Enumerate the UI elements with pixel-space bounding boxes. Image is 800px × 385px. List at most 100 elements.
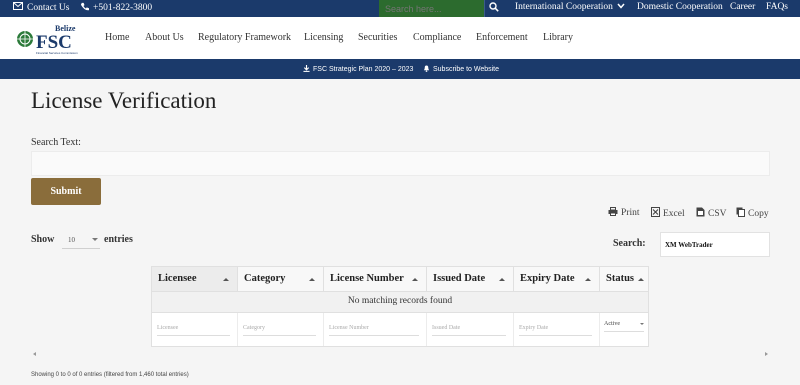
column-header-licensee[interactable]: Licensee <box>152 267 238 291</box>
nav-home[interactable]: Home <box>105 32 129 43</box>
table-header-row: Licensee Category License Number Issued … <box>151 266 649 292</box>
strategic-plan-link[interactable]: FSC Strategic Plan 2020 – 2023 <box>303 65 413 74</box>
excel-button[interactable]: Excel <box>651 207 685 220</box>
column-header-label: Licensee <box>158 273 197 284</box>
faqs-link[interactable]: FAQs <box>766 2 788 12</box>
nav-compliance[interactable]: Compliance <box>413 32 461 43</box>
bell-icon <box>423 65 430 74</box>
empty-table-message: No matching records found <box>151 292 649 313</box>
nav-licensing[interactable]: Licensing <box>304 32 343 43</box>
excel-icon <box>651 207 660 220</box>
scroll-right-icon[interactable] <box>765 352 768 356</box>
nav-securities[interactable]: Securities <box>358 32 397 43</box>
print-button[interactable]: Print <box>608 207 639 219</box>
contact-us-label: Contact Us <box>27 2 70 13</box>
nav-regulatory-framework[interactable]: Regulatory Framework <box>198 32 291 43</box>
column-header-license-number[interactable]: License Number <box>324 267 427 291</box>
filter-expiry-date[interactable]: Expiry Date <box>514 313 600 346</box>
filter-placeholder: License Number <box>329 325 419 336</box>
page-title: License Verification <box>31 88 217 113</box>
sort-asc-icon <box>223 278 229 281</box>
strategic-plan-label: FSC Strategic Plan 2020 – 2023 <box>313 66 414 73</box>
logo-main-text: FSC <box>36 32 72 53</box>
column-header-label: Issued Date <box>433 273 486 284</box>
main-nav: Belize FSC Financial Services Commission… <box>0 17 800 59</box>
caret-down-icon <box>640 323 644 325</box>
submit-button[interactable]: Submit <box>31 178 101 205</box>
phone-number: +501-822-3800 <box>93 3 153 13</box>
phone-icon <box>80 2 89 14</box>
sort-icon <box>499 278 505 281</box>
download-icon <box>303 65 310 74</box>
entries-per-page-value: 10 <box>68 236 75 244</box>
entries-label: entries <box>104 234 133 245</box>
filter-issued-date[interactable]: Issued Date <box>427 313 514 346</box>
sort-icon <box>309 278 315 281</box>
print-label: Print <box>621 208 640 218</box>
column-header-issued-date[interactable]: Issued Date <box>427 267 514 291</box>
horizontal-scrollbar[interactable] <box>31 350 770 360</box>
column-header-label: Category <box>244 273 286 284</box>
nav-library[interactable]: Library <box>543 32 573 43</box>
filter-placeholder: Licensee <box>157 325 230 336</box>
excel-label: Excel <box>663 208 685 219</box>
show-label: Show <box>31 234 55 245</box>
site-search-input[interactable] <box>379 0 484 17</box>
copy-icon <box>736 207 745 220</box>
status-filter-value: Active <box>604 321 620 327</box>
fsc-logo[interactable]: Belize FSC Financial Services Commission <box>16 23 80 55</box>
csv-button[interactable]: CSV <box>696 207 726 220</box>
subscribe-label: Subscribe to Website <box>433 66 500 73</box>
search-text-label: Search Text: <box>31 137 81 148</box>
scroll-left-icon[interactable] <box>33 352 36 356</box>
table-search-label: Search: <box>613 238 646 249</box>
column-header-category[interactable]: Category <box>238 267 324 291</box>
column-header-label: Expiry Date <box>520 273 575 284</box>
copy-label: Copy <box>748 208 769 219</box>
csv-label: CSV <box>708 208 727 219</box>
nav-enforcement[interactable]: Enforcement <box>476 32 528 43</box>
caret-down-icon <box>92 238 98 241</box>
nav-about-us[interactable]: About Us <box>145 32 184 43</box>
logo-tagline: Financial Services Commission <box>36 51 78 55</box>
domestic-cooperation-link[interactable]: Domestic Cooperation <box>637 2 723 12</box>
filter-placeholder: Issued Date <box>432 325 506 336</box>
filter-status-select[interactable]: Active <box>600 313 648 346</box>
phone-link[interactable]: +501-822-3800 <box>80 2 152 14</box>
international-cooperation-menu[interactable]: International Cooperation <box>515 2 625 12</box>
international-cooperation-label: International Cooperation <box>515 2 613 12</box>
sub-bar: FSC Strategic Plan 2020 – 2023 Subscribe… <box>0 59 800 79</box>
envelope-icon <box>13 2 23 13</box>
contact-us-link[interactable]: Contact Us <box>13 2 69 13</box>
sort-icon <box>412 278 418 281</box>
copy-button[interactable]: Copy <box>736 207 769 220</box>
career-label: Career <box>730 2 756 12</box>
faqs-label: FAQs <box>766 2 788 12</box>
filter-license-number[interactable]: License Number <box>324 313 427 346</box>
search-icon <box>488 2 499 15</box>
column-header-label: Status <box>606 273 635 284</box>
csv-file-icon <box>696 207 705 220</box>
entries-per-page-select[interactable]: 10 <box>62 232 100 249</box>
top-bar: Contact Us +501-822-3800 International C… <box>0 0 800 17</box>
column-header-expiry-date[interactable]: Expiry Date <box>514 267 600 291</box>
column-header-status[interactable]: Status <box>600 267 648 291</box>
filter-row: Licensee Category License Number Issued … <box>151 313 649 347</box>
sort-icon <box>638 278 644 281</box>
sort-icon <box>585 278 591 281</box>
table-search-input[interactable]: XM WebTrader <box>660 232 770 257</box>
search-text-input[interactable] <box>31 151 770 176</box>
column-header-label: License Number <box>330 273 404 284</box>
filter-placeholder: Category <box>243 325 316 336</box>
license-table: Licensee Category License Number Issued … <box>151 266 649 347</box>
filter-placeholder: Expiry Date <box>519 325 592 336</box>
filter-category[interactable]: Category <box>238 313 324 346</box>
chevron-down-icon <box>617 2 625 12</box>
print-icon <box>608 207 618 219</box>
subscribe-link[interactable]: Subscribe to Website <box>423 65 499 74</box>
filter-licensee[interactable]: Licensee <box>152 313 238 346</box>
career-link[interactable]: Career <box>730 2 755 12</box>
site-search-button[interactable] <box>484 0 502 17</box>
table-info: Showing 0 to 0 of 0 entries (filtered fr… <box>31 372 189 378</box>
domestic-cooperation-label: Domestic Cooperation <box>637 2 723 12</box>
